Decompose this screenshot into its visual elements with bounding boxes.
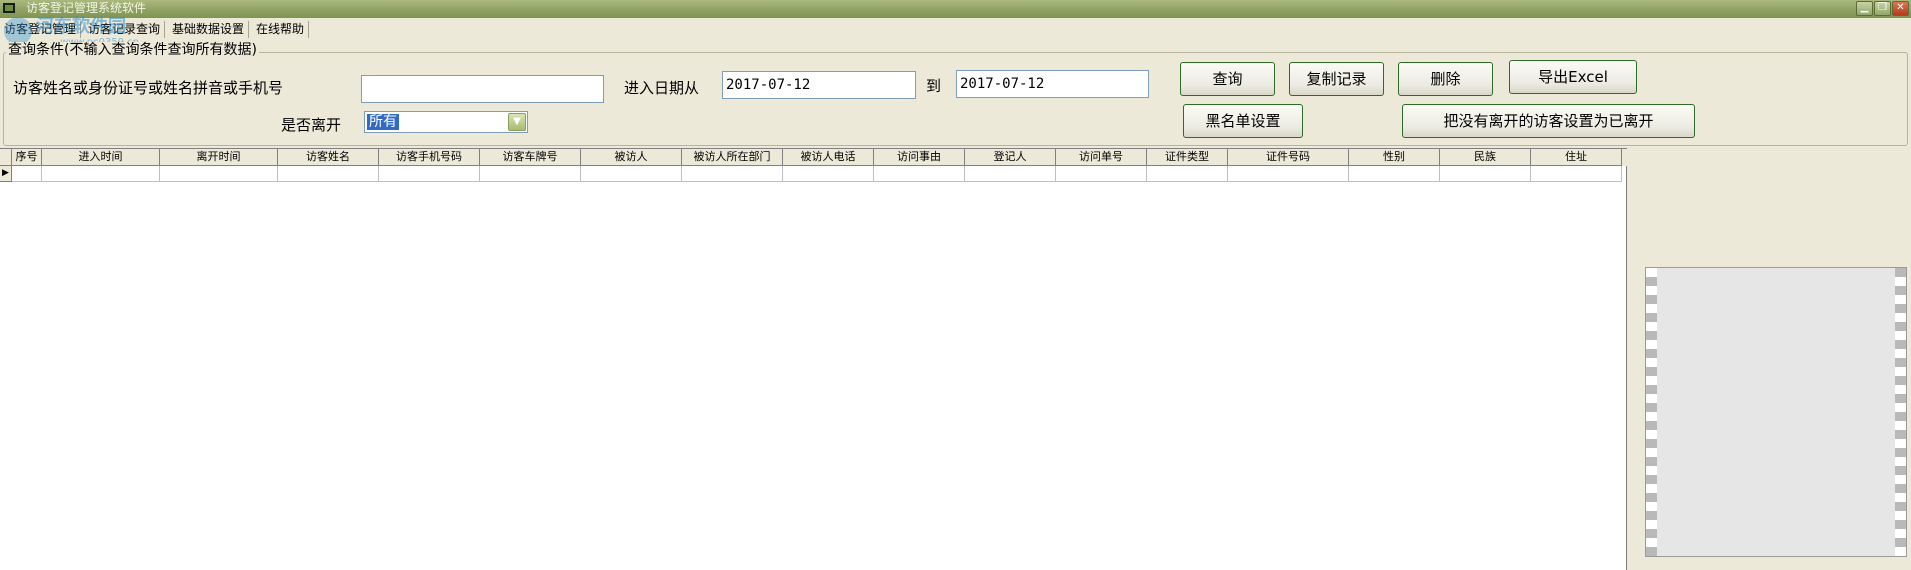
grid-cell[interactable] <box>581 166 682 182</box>
date-from-label: 进入日期从 <box>624 79 700 97</box>
export-excel-button[interactable]: 导出Excel <box>1509 60 1637 94</box>
delete-button[interactable]: 删除 <box>1398 62 1493 96</box>
menu-bar: 访客登记管理 访客记录查询 基础数据设置 在线帮助 <box>0 18 1911 40</box>
menu-visitor-records[interactable]: 访客记录查询 <box>84 21 166 38</box>
grid-cell[interactable] <box>480 166 581 182</box>
grid-cell[interactable] <box>783 166 874 182</box>
date-to-label: 到 <box>926 77 942 95</box>
grid-cell[interactable] <box>965 166 1056 182</box>
grid-cell[interactable] <box>1147 166 1228 182</box>
column-header[interactable]: 证件号码 <box>1228 149 1349 166</box>
visitor-photo-box <box>1645 267 1907 557</box>
restore-button[interactable]: ❐ <box>1874 1 1891 16</box>
minimize-icon: ▁ <box>1860 2 1869 13</box>
copy-record-button[interactable]: 复制记录 <box>1289 62 1384 96</box>
column-header[interactable]: 访问单号 <box>1056 149 1147 166</box>
search-button[interactable]: 查询 <box>1180 62 1275 96</box>
photo-placeholder <box>1646 268 1906 556</box>
blacklist-settings-button[interactable]: 黑名单设置 <box>1183 104 1303 138</box>
left-status-select[interactable]: 所有 ▼ <box>364 111 528 133</box>
left-status-selected: 所有 <box>367 114 399 130</box>
column-header[interactable]: 序号 <box>12 149 42 166</box>
column-header[interactable]: 离开时间 <box>160 149 278 166</box>
column-header[interactable]: 住址 <box>1531 149 1622 166</box>
grid-cell[interactable] <box>682 166 783 182</box>
grid-cell[interactable] <box>12 166 42 182</box>
row-pointer-icon: ▶ <box>0 166 12 182</box>
visitor-records-grid[interactable]: 序号 进入时间 离开时间 访客姓名 访客手机号码 访客车牌号 被访人 被访人所在… <box>0 148 1627 570</box>
grid-cell[interactable] <box>874 166 965 182</box>
column-header[interactable]: 访客手机号码 <box>379 149 480 166</box>
column-header[interactable]: 被访人电话 <box>783 149 874 166</box>
menu-visitor-registration[interactable]: 访客登记管理 <box>0 21 82 38</box>
column-header[interactable]: 被访人 <box>581 149 682 166</box>
visitor-search-label: 访客姓名或身份证号或姓名拼音或手机号 <box>13 79 284 97</box>
close-button[interactable]: ✕ <box>1892 1 1909 16</box>
grid-cell[interactable] <box>1531 166 1622 182</box>
header-corner <box>0 149 12 166</box>
grid-cell[interactable] <box>379 166 480 182</box>
column-header[interactable]: 访问事由 <box>874 149 965 166</box>
grid-cell[interactable] <box>1349 166 1440 182</box>
close-icon: ✕ <box>1896 2 1905 13</box>
menu-base-data[interactable]: 基础数据设置 <box>168 21 250 38</box>
grid-cell[interactable] <box>1056 166 1147 182</box>
app-icon <box>3 3 15 13</box>
column-header[interactable]: 访客车牌号 <box>480 149 581 166</box>
grid-cell[interactable] <box>1440 166 1531 182</box>
column-header[interactable]: 登记人 <box>965 149 1056 166</box>
set-all-left-button[interactable]: 把没有离开的访客设置为已离开 <box>1402 104 1695 138</box>
window-title: 访客登记管理系统软件 <box>26 1 147 15</box>
visitor-search-input[interactable] <box>361 75 604 103</box>
column-header[interactable]: 性别 <box>1349 149 1440 166</box>
menu-online-help[interactable]: 在线帮助 <box>252 21 310 38</box>
column-header[interactable]: 被访人所在部门 <box>682 149 783 166</box>
column-header[interactable]: 民族 <box>1440 149 1531 166</box>
grid-cell[interactable] <box>278 166 379 182</box>
column-header[interactable]: 访客姓名 <box>278 149 379 166</box>
column-header[interactable]: 进入时间 <box>42 149 160 166</box>
restore-icon: ❐ <box>1878 2 1887 13</box>
column-header[interactable]: 证件类型 <box>1147 149 1228 166</box>
chevron-down-icon[interactable]: ▼ <box>508 113 526 131</box>
date-from-field[interactable]: 2017-07-12 <box>722 71 916 99</box>
title-bar: 访客登记管理系统软件 ▁ ❐ ✕ <box>0 0 1911 18</box>
grid-cell[interactable] <box>1228 166 1349 182</box>
query-group-title: 查询条件(不输入查询条件查询所有数据) <box>6 42 259 58</box>
date-to-field[interactable]: 2017-07-12 <box>956 70 1149 98</box>
grid-cell[interactable] <box>42 166 160 182</box>
grid-cell[interactable] <box>160 166 278 182</box>
grid-header: 序号 进入时间 离开时间 访客姓名 访客手机号码 访客车牌号 被访人 被访人所在… <box>0 149 1627 166</box>
left-status-label: 是否离开 <box>281 116 342 134</box>
minimize-button[interactable]: ▁ <box>1856 1 1873 16</box>
